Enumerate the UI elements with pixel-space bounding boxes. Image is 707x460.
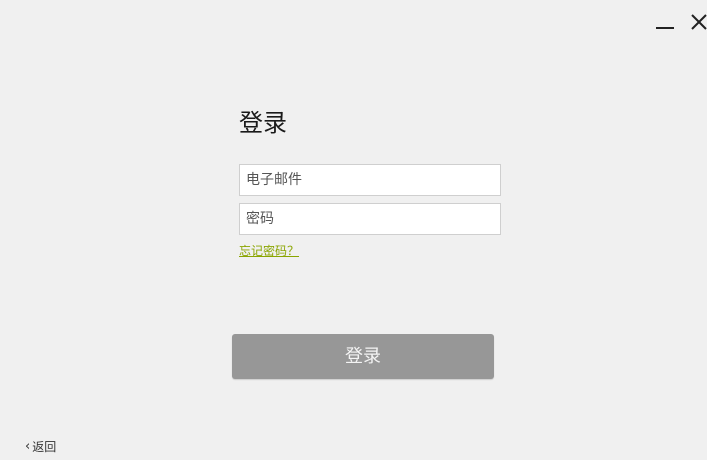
chevron-left-icon: ‹ [25, 439, 31, 454]
close-button[interactable] [684, 10, 707, 36]
back-label: 返回 [32, 440, 57, 454]
forgot-password-link[interactable]: 忘记密码？ [239, 242, 299, 260]
back-button[interactable]: ‹ 返回 [25, 438, 56, 456]
login-button[interactable]: 登录 [232, 334, 494, 379]
page-title: 登录 [239, 109, 287, 137]
minimize-icon [656, 27, 674, 29]
minimize-button[interactable] [651, 10, 679, 36]
close-icon [691, 14, 707, 30]
password-field[interactable] [239, 203, 501, 235]
email-field[interactable] [239, 164, 501, 196]
